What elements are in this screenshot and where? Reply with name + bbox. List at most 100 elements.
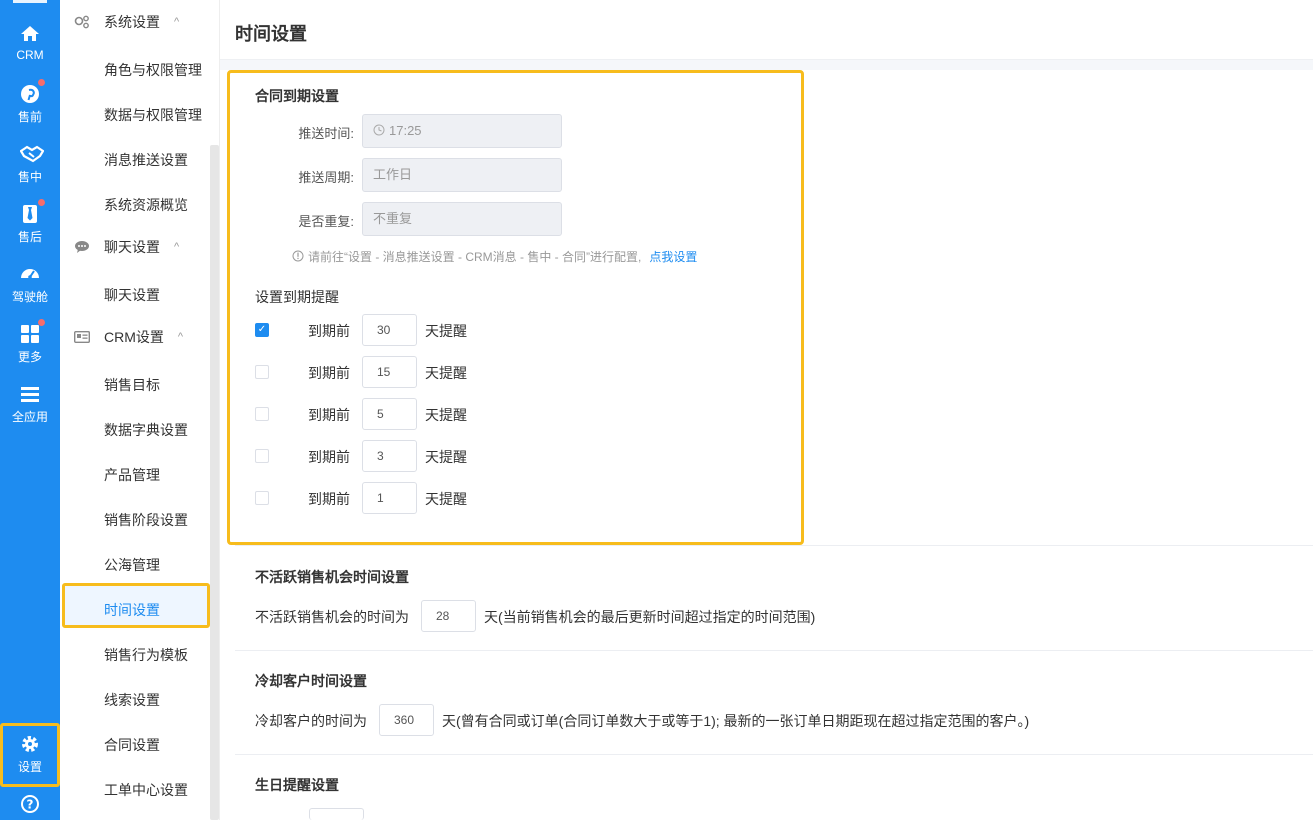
menu-group-label: CRM设置 (104, 329, 164, 345)
contract-section-title: 合同到期设置 (255, 88, 339, 104)
dashboard-icon (20, 264, 40, 284)
cooling-suffix: 天(曾有合同或订单(合同订单数大于或等于1); 最新的一张订单日期距现在超过指定… (442, 713, 1030, 729)
sidebar-item-roles[interactable]: 角色与权限管理 (104, 60, 202, 80)
sidebar-item-leads[interactable]: 线索设置 (104, 690, 160, 710)
cooling-section-title: 冷却客户时间设置 (255, 673, 367, 689)
rail-label: 售中 (17, 170, 42, 184)
chevron-up-icon: ^ (177, 331, 184, 343)
reminder-days-input[interactable]: 15 (362, 356, 417, 388)
rail-item-more[interactable]: 更多 (0, 319, 60, 380)
section-divider (235, 754, 1313, 755)
sidebar-item-message-push[interactable]: 消息推送设置 (104, 150, 188, 170)
rail-item-all-apps[interactable]: 全应用 (0, 384, 60, 440)
rail-item-presale[interactable]: 售前 (0, 79, 60, 140)
inactive-suffix: 天(当前销售机会的最后更新时间超过指定的时间范围) (484, 609, 816, 625)
gears-icon (74, 15, 90, 29)
section-divider (235, 545, 1313, 546)
birthday-section-title: 生日提醒设置 (255, 777, 339, 793)
sidebar-item-time-settings[interactable]: 时间设置 (104, 600, 160, 620)
reminder-prefix: 到期前 (308, 449, 350, 465)
menu-group-label: 系统设置 (104, 14, 160, 30)
badge-dot (38, 79, 45, 86)
reminder-suffix: 天提醒 (425, 323, 467, 339)
rail-item-help[interactable]: ? 帮助 (0, 794, 60, 820)
rail-label: 设置 (17, 760, 42, 774)
birthday-days-input[interactable] (309, 808, 364, 820)
page-title: 时间设置 (235, 24, 307, 44)
info-icon (292, 250, 304, 262)
sidebar-item-data-permissions[interactable]: 数据与权限管理 (104, 105, 202, 125)
rail-item-settings[interactable]: 设置 (0, 734, 60, 790)
content-separator (220, 60, 1313, 70)
push-cycle-field[interactable]: 工作日 (362, 158, 562, 192)
rail-label: 更多 (17, 350, 42, 364)
svg-text:?: ? (27, 798, 34, 812)
sidebar-item-resources[interactable]: 系统资源概览 (104, 195, 188, 215)
rail-label: 全应用 (11, 410, 48, 424)
reminder-prefix: 到期前 (308, 491, 350, 507)
menu-group-chat[interactable]: 聊天设置 ^ (74, 235, 179, 259)
sidebar-item-sales-target[interactable]: 销售目标 (104, 375, 160, 395)
rail-top-indicator (13, 0, 47, 3)
reminder-checkbox-3[interactable] (255, 449, 269, 463)
reminder-checkbox-1[interactable] (255, 491, 269, 505)
inactive-prefix: 不活跃销售机会的时间为 (255, 609, 409, 625)
section-divider (235, 650, 1313, 651)
rail-label: 售前 (17, 110, 42, 124)
push-time-field[interactable]: 17:25 (362, 114, 562, 148)
repeat-field[interactable]: 不重复 (362, 202, 562, 236)
reminder-prefix: 到期前 (308, 323, 350, 339)
reminder-days-input[interactable]: 1 (362, 482, 417, 514)
reminder-suffix: 天提醒 (425, 407, 467, 423)
push-time-value: 17:25 (389, 123, 422, 138)
push-time-label: 推送时间: (298, 126, 354, 141)
id-card-icon (73, 330, 91, 344)
cooling-prefix: 冷却客户的时间为 (255, 713, 367, 729)
rail-label: CRM (16, 48, 44, 62)
rail-item-insale[interactable]: 售中 (0, 144, 60, 200)
sidebar-item-public-pool[interactable]: 公海管理 (104, 555, 160, 575)
cooling-days-input[interactable]: 360 (379, 704, 434, 736)
sidebar-item-contract[interactable]: 合同设置 (104, 735, 160, 755)
chat-icon (74, 240, 90, 254)
reminder-suffix: 天提醒 (425, 491, 467, 507)
handshake-icon (19, 144, 45, 164)
rail-item-crm[interactable]: CRM (0, 24, 60, 80)
reminder-checkbox-30[interactable]: ✓ (255, 323, 269, 337)
reminder-suffix: 天提醒 (425, 365, 467, 381)
sidebar-item-dictionary[interactable]: 数据字典设置 (104, 420, 188, 440)
clock-icon (373, 116, 385, 136)
reminder-checkbox-15[interactable] (255, 365, 269, 379)
page-header (220, 0, 1313, 60)
reminder-days-input[interactable]: 30 (362, 314, 417, 346)
configure-link[interactable]: 点我设置 (649, 250, 697, 264)
reminder-checkbox-5[interactable] (255, 407, 269, 421)
menu-icon (20, 384, 40, 404)
help-icon: ? (20, 794, 40, 814)
menu-group-label: 聊天设置 (104, 239, 160, 255)
reminder-prefix: 到期前 (308, 365, 350, 381)
reminder-title: 设置到期提醒 (255, 289, 339, 305)
sidebar-item-sales-behavior[interactable]: 销售行为模板 (104, 645, 188, 665)
sidebar-scrollbar[interactable] (210, 145, 219, 820)
menu-group-crm[interactable]: CRM设置 ^ (73, 325, 184, 349)
inactive-days-input[interactable]: 28 (421, 600, 476, 632)
sidebar-item-ticket-center[interactable]: 工单中心设置 (104, 780, 188, 800)
rail-item-aftersale[interactable]: 售后 (0, 199, 60, 260)
gear-icon (20, 734, 40, 754)
inactive-section-title: 不活跃销售机会时间设置 (255, 569, 409, 585)
reminder-days-input[interactable]: 5 (362, 398, 417, 430)
chevron-up-icon: ^ (174, 241, 180, 253)
home-icon (20, 24, 40, 44)
menu-group-system[interactable]: 系统设置 ^ (74, 10, 179, 34)
sidebar-item-products[interactable]: 产品管理 (104, 465, 160, 485)
rail-label: 售后 (17, 230, 42, 244)
sidebar-item-chat-settings[interactable]: 聊天设置 (104, 285, 160, 305)
push-cycle-label: 推送周期: (298, 170, 354, 185)
grid-icon (20, 319, 45, 344)
sidebar-item-sales-stage[interactable]: 销售阶段设置 (104, 510, 188, 530)
config-hint: 请前往“设置 - 消息推送设置 - CRM消息 - 售中 - 合同”进行配置, 点… (292, 248, 697, 265)
repeat-label: 是否重复: (298, 214, 354, 229)
reminder-days-input[interactable]: 3 (362, 440, 417, 472)
rail-item-cockpit[interactable]: 驾驶舱 (0, 264, 60, 320)
